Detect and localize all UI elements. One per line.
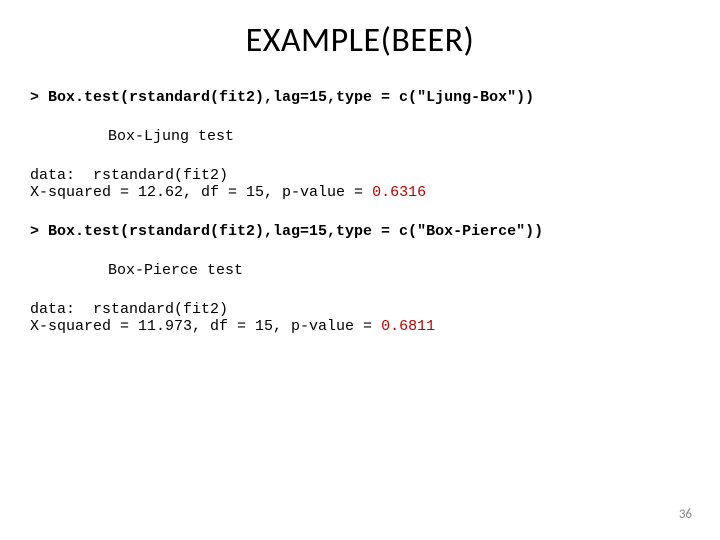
- test-name-pierce: Box-Pierce test: [30, 262, 690, 279]
- result-line-ljung: X-squared = 12.62, df = 15, p-value = 0.…: [30, 184, 690, 201]
- page-number: 36: [679, 507, 692, 522]
- data-line-pierce: data: rstandard(fit2): [30, 301, 690, 318]
- pvalue-pierce: 0.6811: [381, 318, 435, 335]
- result-prefix-pierce: X-squared = 11.973, df = 15, p-value =: [30, 318, 381, 335]
- command-line-ljung: > Box.test(rstandard(fit2),lag=15,type =…: [30, 89, 690, 106]
- pvalue-ljung: 0.6316: [372, 184, 426, 201]
- page-title: EXAMPLE(BEER): [30, 20, 690, 61]
- result-line-pierce: X-squared = 11.973, df = 15, p-value = 0…: [30, 318, 690, 335]
- data-line-ljung: data: rstandard(fit2): [30, 167, 690, 184]
- test-name-ljung: Box-Ljung test: [30, 128, 690, 145]
- result-prefix-ljung: X-squared = 12.62, df = 15, p-value =: [30, 184, 372, 201]
- command-line-pierce: > Box.test(rstandard(fit2),lag=15,type =…: [30, 223, 690, 240]
